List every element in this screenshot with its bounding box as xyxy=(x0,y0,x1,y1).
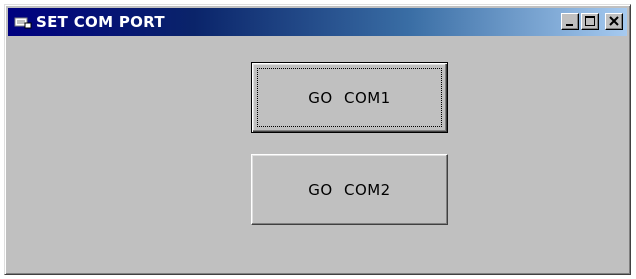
close-icon xyxy=(609,16,619,26)
client-area: GO COM1 GO COM2 xyxy=(8,38,627,271)
go-com1-button[interactable]: GO COM1 xyxy=(251,62,448,133)
go-com2-label: GO COM2 xyxy=(308,180,391,199)
close-button[interactable] xyxy=(605,13,623,30)
app-icon[interactable] xyxy=(14,15,32,29)
maximize-icon xyxy=(585,16,595,26)
minimize-button[interactable] xyxy=(561,13,579,30)
go-com1-label: GO COM1 xyxy=(308,88,391,107)
maximize-button[interactable] xyxy=(581,13,599,30)
window-title: SET COM PORT xyxy=(36,13,165,31)
minimize-icon xyxy=(566,24,573,26)
set-com-port-window: SET COM PORT GO COM1 GO COM2 xyxy=(4,4,631,275)
title-bar[interactable]: SET COM PORT xyxy=(8,8,627,36)
go-com2-button[interactable]: GO COM2 xyxy=(251,154,448,225)
window-controls xyxy=(561,13,623,30)
